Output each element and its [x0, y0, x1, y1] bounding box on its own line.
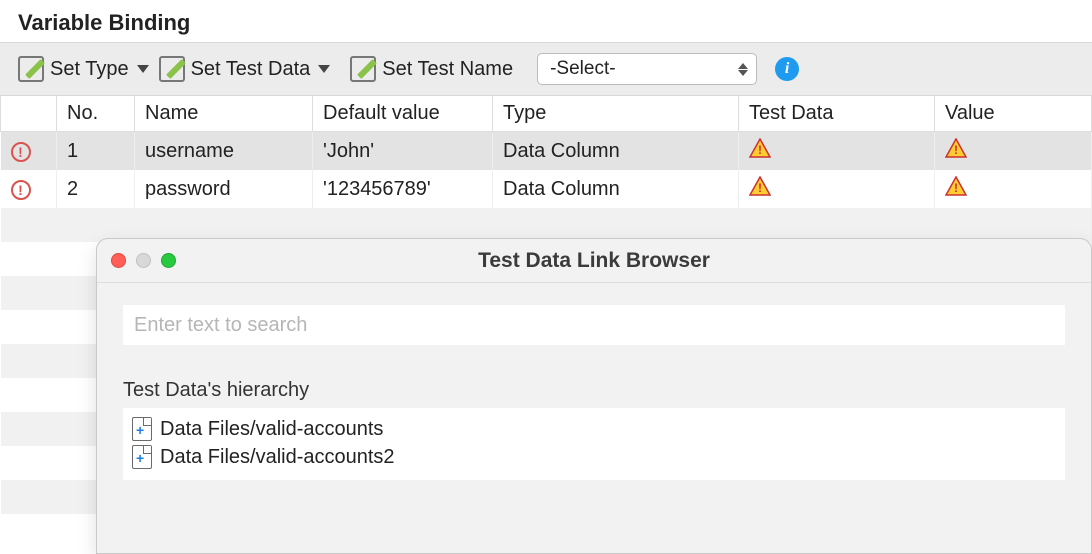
cell-value[interactable]: !	[935, 132, 1092, 171]
set-test-data-label: Set Test Data	[191, 58, 311, 81]
cell-no: 2	[57, 170, 135, 208]
dialog-title: Test Data Link Browser	[97, 249, 1091, 273]
pencil-icon	[159, 56, 185, 82]
cell-type: Data Column	[493, 132, 739, 171]
test-name-select[interactable]: -Select-	[537, 53, 757, 85]
warning-icon: !	[945, 138, 967, 158]
col-testdata[interactable]: Test Data	[739, 96, 935, 132]
warning-icon: !	[749, 176, 771, 196]
table-row[interactable]: ! 2 password '123456789' Data Column ! !	[1, 170, 1092, 208]
col-name[interactable]: Name	[135, 96, 313, 132]
search-input[interactable]: Enter text to search	[123, 305, 1065, 345]
tree-item[interactable]: Data Files/valid-accounts2	[132, 443, 1056, 471]
set-test-name-button[interactable]: Set Test Name	[350, 56, 513, 82]
cell-no: 1	[57, 132, 135, 171]
toolbar: Set Type Set Test Data Set Test Name -Se…	[0, 42, 1092, 96]
set-test-data-button[interactable]: Set Test Data	[159, 56, 331, 82]
pencil-icon	[350, 56, 376, 82]
svg-text:!: !	[758, 143, 762, 157]
tree-item[interactable]: Data Files/valid-accounts	[132, 415, 1056, 443]
updown-icon	[738, 63, 748, 76]
cell-testdata[interactable]: !	[739, 132, 935, 171]
cell-type: Data Column	[493, 170, 739, 208]
set-test-name-label: Set Test Name	[382, 58, 513, 81]
cell-testdata[interactable]: !	[739, 170, 935, 208]
select-value: -Select-	[550, 58, 615, 80]
svg-text:!: !	[758, 181, 762, 195]
tree-item-label: Data Files/valid-accounts2	[160, 446, 395, 469]
col-value[interactable]: Value	[935, 96, 1092, 132]
set-type-label: Set Type	[50, 58, 129, 81]
cell-default: '123456789'	[313, 170, 493, 208]
cell-default: 'John'	[313, 132, 493, 171]
hierarchy-label: Test Data's hierarchy	[123, 379, 1065, 402]
test-data-tree: Data Files/valid-accounts Data Files/val…	[123, 408, 1065, 480]
cell-name: username	[135, 132, 313, 171]
cell-value[interactable]: !	[935, 170, 1092, 208]
data-file-icon	[132, 417, 152, 441]
svg-text:!: !	[954, 143, 958, 157]
test-data-link-browser-dialog: Test Data Link Browser Enter text to sea…	[96, 238, 1092, 554]
warning-icon: !	[749, 138, 771, 158]
section-title: Variable Binding	[0, 0, 1092, 42]
dialog-titlebar[interactable]: Test Data Link Browser	[97, 239, 1091, 283]
pencil-icon	[18, 56, 44, 82]
col-default[interactable]: Default value	[313, 96, 493, 132]
warning-icon: !	[945, 176, 967, 196]
tree-item-label: Data Files/valid-accounts	[160, 418, 383, 441]
svg-text:!: !	[954, 181, 958, 195]
cell-name: password	[135, 170, 313, 208]
col-no[interactable]: No.	[57, 96, 135, 132]
table-row[interactable]: ! 1 username 'John' Data Column ! !	[1, 132, 1092, 171]
data-file-icon	[132, 445, 152, 469]
col-type[interactable]: Type	[493, 96, 739, 132]
chevron-down-icon	[318, 65, 330, 73]
error-icon: !	[11, 180, 31, 200]
info-icon[interactable]: i	[775, 57, 799, 81]
set-type-button[interactable]: Set Type	[18, 56, 149, 82]
error-icon: !	[11, 142, 31, 162]
chevron-down-icon	[137, 65, 149, 73]
